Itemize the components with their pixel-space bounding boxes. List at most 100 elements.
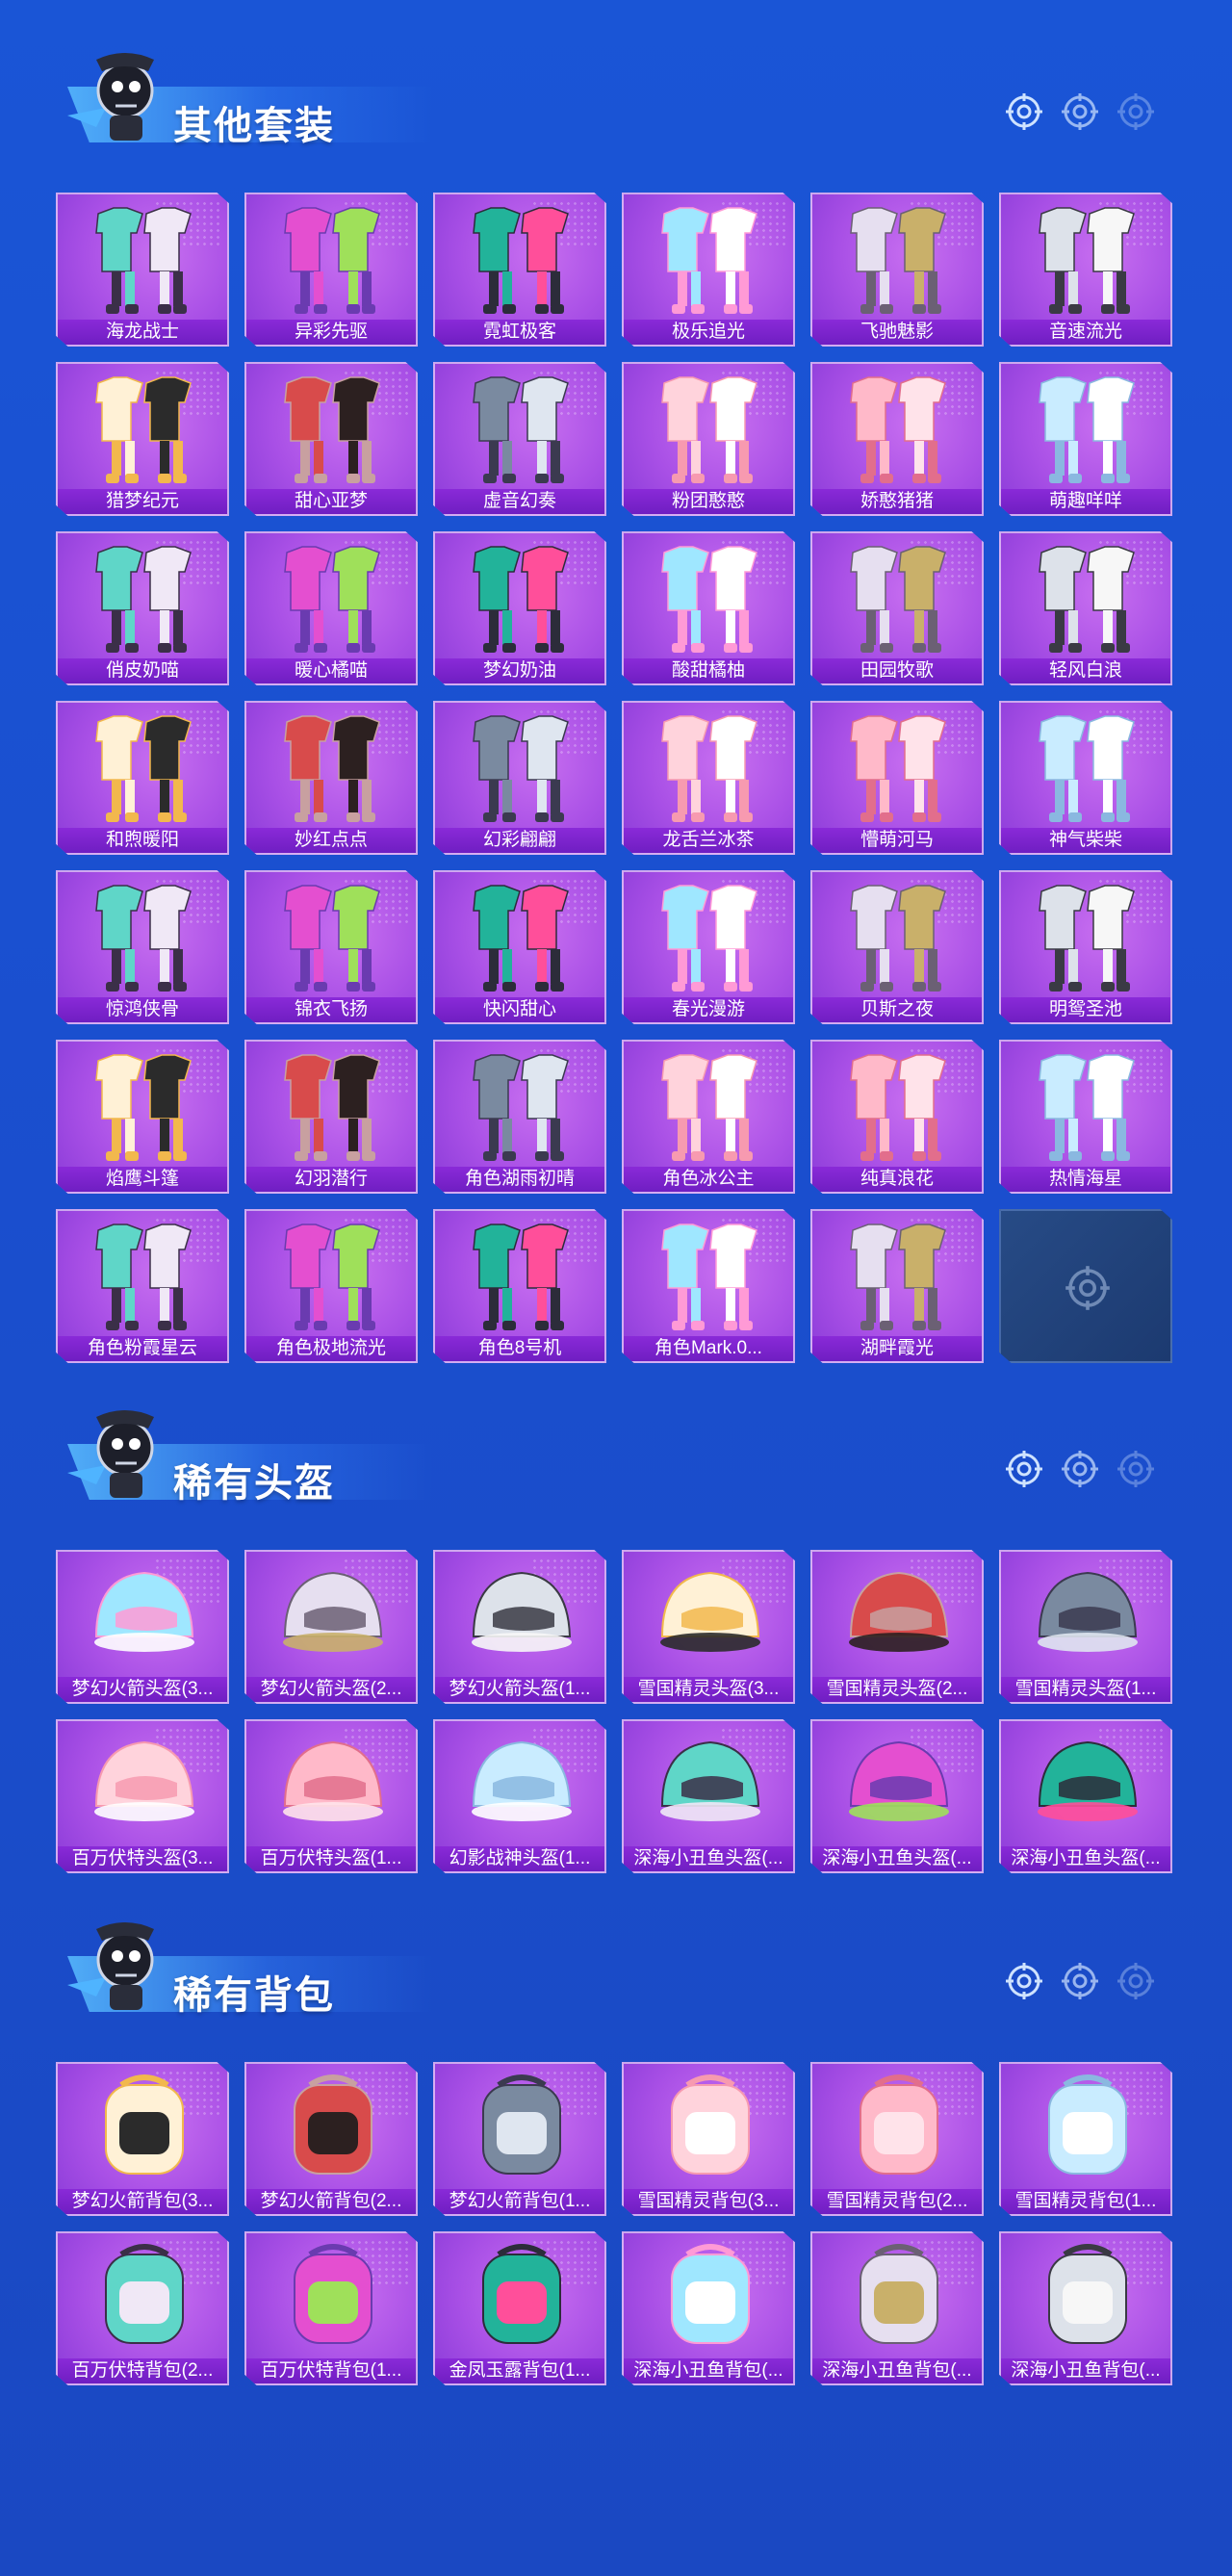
helmet-icon (283, 1571, 383, 1652)
item-card[interactable]: 百万伏特头盔(1... (244, 1719, 418, 1873)
item-name: 雪国精灵背包(2... (812, 2189, 982, 2214)
item-card[interactable]: 明鸳圣池 (999, 870, 1172, 1024)
item-name: 深海小丑鱼头盔(... (624, 1846, 793, 1871)
item-card[interactable]: 轻风白浪 (999, 531, 1172, 685)
item-card[interactable]: 神气柴柴 (999, 701, 1172, 855)
item-card[interactable]: 懵萌河马 (810, 701, 984, 855)
item-card[interactable]: 梦幻火箭背包(3... (56, 2062, 229, 2216)
item-card[interactable]: 龙舌兰冰茶 (622, 701, 795, 855)
item-card[interactable]: 萌趣咩咩 (999, 362, 1172, 516)
item-name: 深海小丑鱼背包(... (812, 2358, 982, 2383)
item-card[interactable]: 快闪甜心 (433, 870, 606, 1024)
item-card[interactable]: 梦幻奶油 (433, 531, 606, 685)
item-card[interactable]: 幻彩翩翩 (433, 701, 606, 855)
item-card[interactable]: 虚音幻奏 (433, 362, 606, 516)
item-card[interactable]: 俏皮奶喵 (56, 531, 229, 685)
item-card[interactable]: 百万伏特背包(2... (56, 2231, 229, 2385)
item-card[interactable]: 梦幻火箭背包(1... (433, 2062, 606, 2216)
item-card[interactable]: 飞驰魅影 (810, 193, 984, 347)
item-card[interactable]: 角色Mark.0... (622, 1209, 795, 1363)
item-card[interactable]: 春光漫游 (622, 870, 795, 1024)
item-card[interactable]: 甜心亚梦 (244, 362, 418, 516)
item-name: 龙舌兰冰茶 (624, 828, 793, 853)
item-card[interactable]: 雪国精灵头盔(3... (622, 1550, 795, 1704)
backpack-icon (105, 2244, 184, 2344)
decoration-targets (1005, 1962, 1155, 2000)
item-card[interactable]: 惊鸿侠骨 (56, 870, 229, 1024)
outfit-icon (661, 715, 757, 822)
item-card[interactable]: 深海小丑鱼头盔(... (622, 1719, 795, 1873)
item-card[interactable]: 锦衣飞扬 (244, 870, 418, 1024)
item-card[interactable]: 百万伏特头盔(3... (56, 1719, 229, 1873)
item-card[interactable]: 和煦暖阳 (56, 701, 229, 855)
item-card[interactable]: 深海小丑鱼头盔(... (810, 1719, 984, 1873)
outfit-icon (284, 885, 380, 992)
outfit-icon (661, 885, 757, 992)
item-card[interactable]: 幻影战神头盔(1... (433, 1719, 606, 1873)
item-card[interactable]: 妙红点点 (244, 701, 418, 855)
item-card[interactable]: 雪国精灵背包(2... (810, 2062, 984, 2216)
item-card[interactable]: 极乐追光 (622, 193, 795, 347)
item-card[interactable]: 雪国精灵头盔(2... (810, 1550, 984, 1704)
item-card[interactable]: 娇憨猪猪 (810, 362, 984, 516)
item-card[interactable]: 热情海星 (999, 1040, 1172, 1194)
item-name: 深海小丑鱼头盔(... (812, 1846, 982, 1871)
helmet-icon (94, 1740, 194, 1821)
item-card[interactable]: 深海小丑鱼背包(... (622, 2231, 795, 2385)
outfit-icon (95, 1224, 192, 1330)
outfit-icon (1039, 546, 1135, 653)
item-card[interactable]: 角色粉霞星云 (56, 1209, 229, 1363)
item-name: 暖心橘喵 (246, 658, 416, 683)
item-card[interactable]: 幻羽潜行 (244, 1040, 418, 1194)
item-card[interactable]: 酸甜橘柚 (622, 531, 795, 685)
item-card[interactable]: 角色8号机 (433, 1209, 606, 1363)
mascot-icon (67, 1410, 154, 1498)
item-card[interactable]: 百万伏特背包(1... (244, 2231, 418, 2385)
outfit-icon (473, 546, 569, 653)
item-card[interactable]: 霓虹极客 (433, 193, 606, 347)
outfit-icon (850, 885, 946, 992)
backpack-icon (1048, 2074, 1127, 2175)
item-card[interactable]: 角色湖雨初晴 (433, 1040, 606, 1194)
item-card[interactable]: 雪国精灵头盔(1... (999, 1550, 1172, 1704)
item-card[interactable]: 湖畔霞光 (810, 1209, 984, 1363)
item-name: 雪国精灵背包(3... (624, 2189, 793, 2214)
item-name: 懵萌河马 (812, 828, 982, 853)
outfit-icon (850, 1054, 946, 1161)
item-card[interactable]: 猎梦纪元 (56, 362, 229, 516)
item-card[interactable]: 贝斯之夜 (810, 870, 984, 1024)
item-card[interactable]: 海龙战士 (56, 193, 229, 347)
section-title: 其他套装 (173, 105, 335, 147)
item-card[interactable]: 异彩先驱 (244, 193, 418, 347)
item-name: 惊鸿侠骨 (58, 997, 227, 1022)
item-card[interactable]: 暖心橘喵 (244, 531, 418, 685)
outfit-icon (284, 1224, 380, 1330)
item-card[interactable]: 雪国精灵背包(3... (622, 2062, 795, 2216)
item-card[interactable]: 角色极地流光 (244, 1209, 418, 1363)
item-card[interactable]: 焰鹰斗篷 (56, 1040, 229, 1194)
item-card[interactable]: 雪国精灵背包(1... (999, 2062, 1172, 2216)
item-card[interactable]: 金凤玉露背包(1... (433, 2231, 606, 2385)
item-card[interactable]: 梦幻火箭背包(2... (244, 2062, 418, 2216)
item-name: 角色粉霞星云 (58, 1336, 227, 1361)
item-card[interactable]: 深海小丑鱼头盔(... (999, 1719, 1172, 1873)
item-card[interactable]: 音速流光 (999, 193, 1172, 347)
item-name: 明鸳圣池 (1001, 997, 1170, 1022)
item-card[interactable]: 梦幻火箭头盔(2... (244, 1550, 418, 1704)
item-card[interactable]: 深海小丑鱼背包(... (999, 2231, 1172, 2385)
item-card[interactable]: 深海小丑鱼背包(... (810, 2231, 984, 2385)
item-card[interactable]: 田园牧歌 (810, 531, 984, 685)
crosshair-icon (1061, 92, 1099, 131)
helmet-icon (472, 1571, 572, 1652)
crosshair-icon (1116, 1450, 1155, 1488)
item-card[interactable]: 梦幻火箭头盔(3... (56, 1550, 229, 1704)
item-name: 快闪甜心 (435, 997, 604, 1022)
item-name: 百万伏特头盔(1... (246, 1846, 416, 1871)
item-name: 湖畔霞光 (812, 1336, 982, 1361)
item-card[interactable]: 梦幻火箭头盔(1... (433, 1550, 606, 1704)
item-card[interactable]: 粉团憨憨 (622, 362, 795, 516)
section-title: 稀有头盔 (173, 1462, 335, 1505)
item-name: 焰鹰斗篷 (58, 1167, 227, 1192)
item-card[interactable]: 角色冰公主 (622, 1040, 795, 1194)
item-card[interactable]: 纯真浪花 (810, 1040, 984, 1194)
